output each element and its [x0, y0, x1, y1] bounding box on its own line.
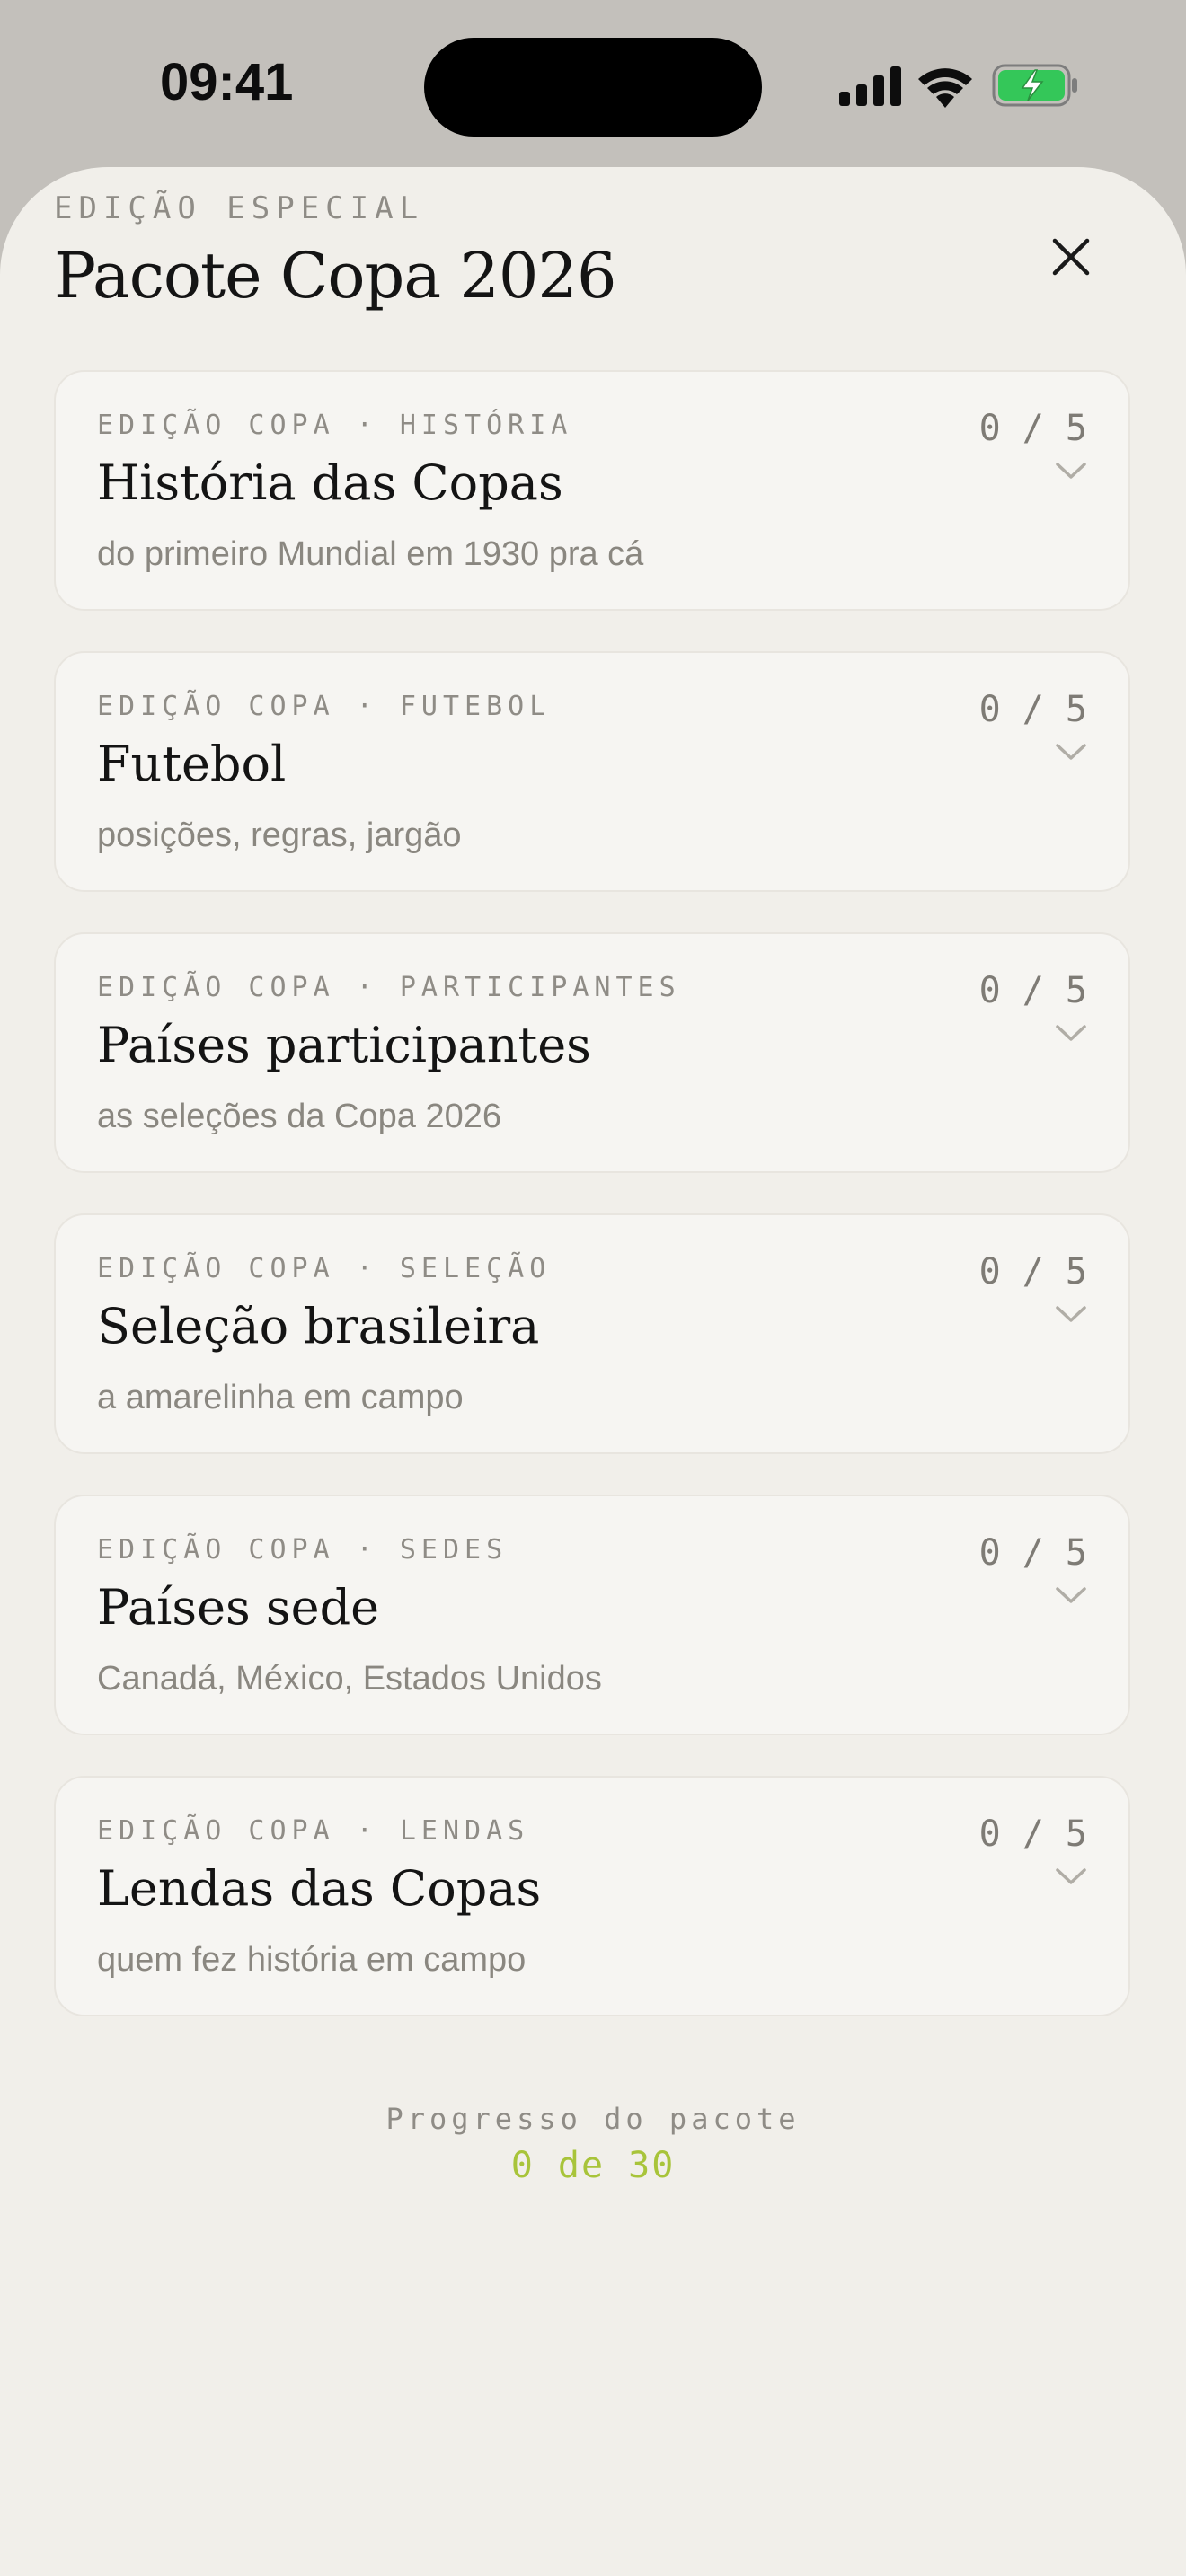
card-subtitle: Canadá, México, Estados Unidos — [97, 1660, 602, 1698]
chevron-down-icon[interactable] — [1055, 1022, 1087, 1044]
category-card-futebol[interactable]: EDIÇÃO COPA · FUTEBOL Futebol posições, … — [54, 651, 1130, 892]
card-title: Países sede — [97, 1579, 380, 1636]
category-card-participantes[interactable]: EDIÇÃO COPA · PARTICIPANTES Países parti… — [54, 932, 1130, 1173]
card-subtitle: posições, regras, jargão — [97, 816, 462, 854]
signal-icon — [839, 66, 901, 106]
chevron-down-icon[interactable] — [1055, 1866, 1087, 1887]
card-title: Futebol — [97, 736, 287, 792]
card-title: Seleção brasileira — [97, 1298, 540, 1354]
card-count: 0 / 5 — [978, 1813, 1087, 1855]
card-subtitle: do primeiro Mundial em 1930 pra cá — [97, 535, 644, 573]
dynamic-island — [424, 38, 762, 137]
category-list: EDIÇÃO COPA · HISTÓRIA História das Copa… — [54, 370, 1130, 2057]
category-card-selecao[interactable]: EDIÇÃO COPA · SELEÇÃO Seleção brasileira… — [54, 1213, 1130, 1454]
card-eyebrow: EDIÇÃO COPA · LENDAS — [97, 1815, 530, 1847]
card-subtitle: as seleções da Copa 2026 — [97, 1098, 501, 1135]
card-eyebrow: EDIÇÃO COPA · SEDES — [97, 1534, 509, 1566]
card-count: 0 / 5 — [978, 408, 1087, 449]
progress-value: 0 de 30 — [510, 2145, 676, 2186]
chevron-down-icon[interactable] — [1055, 1584, 1087, 1606]
card-count: 0 / 5 — [978, 1251, 1087, 1292]
wifi-icon — [918, 68, 972, 108]
battery-charging-icon — [992, 64, 1077, 107]
card-count: 0 / 5 — [978, 689, 1087, 730]
page-title: Pacote Copa 2026 — [54, 239, 616, 313]
chevron-down-icon[interactable] — [1055, 460, 1087, 481]
category-card-sedes[interactable]: EDIÇÃO COPA · SEDES Países sede Canadá, … — [54, 1495, 1130, 1735]
card-title: História das Copas — [97, 454, 563, 511]
card-subtitle: a amarelinha em campo — [97, 1379, 464, 1416]
close-button[interactable] — [1042, 228, 1100, 286]
card-eyebrow: EDIÇÃO COPA · FUTEBOL — [97, 691, 552, 722]
chevron-down-icon[interactable] — [1055, 741, 1087, 763]
card-eyebrow: EDIÇÃO COPA · PARTICIPANTES — [97, 972, 681, 1003]
card-eyebrow: EDIÇÃO COPA · HISTÓRIA — [97, 410, 573, 441]
sheet-eyebrow: EDIÇÃO ESPECIAL — [54, 190, 425, 226]
chevron-down-icon[interactable] — [1055, 1303, 1087, 1325]
status-bar: 09:41 — [0, 0, 1186, 171]
category-card-historia[interactable]: EDIÇÃO COPA · HISTÓRIA História das Copa… — [54, 370, 1130, 611]
close-icon — [1052, 238, 1090, 276]
card-title: Lendas das Copas — [97, 1860, 542, 1917]
card-eyebrow: EDIÇÃO COPA · SELEÇÃO — [97, 1253, 552, 1284]
progress-label: Progresso do pacote — [385, 2102, 801, 2136]
card-count: 0 / 5 — [978, 1532, 1087, 1574]
status-time: 09:41 — [160, 53, 294, 111]
card-count: 0 / 5 — [978, 970, 1087, 1011]
category-card-lendas[interactable]: EDIÇÃO COPA · LENDAS Lendas das Copas qu… — [54, 1776, 1130, 2016]
card-title: Países participantes — [97, 1017, 591, 1073]
bottom-sheet: EDIÇÃO ESPECIAL Pacote Copa 2026 EDIÇÃO … — [0, 167, 1186, 2576]
card-subtitle: quem fez história em campo — [97, 1941, 527, 1979]
